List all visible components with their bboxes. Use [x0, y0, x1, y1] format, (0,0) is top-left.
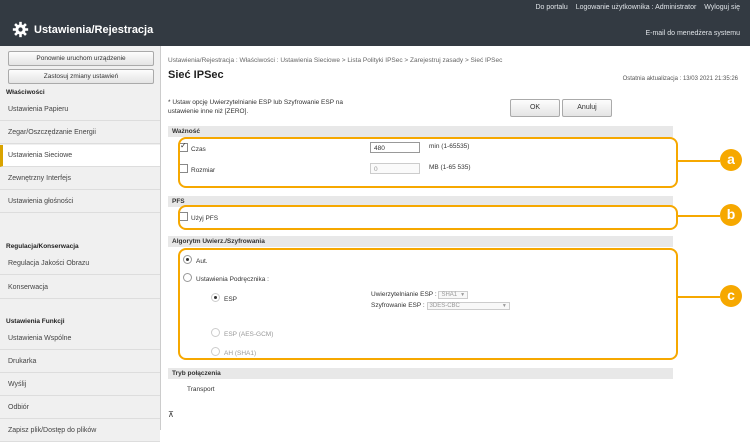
- page-title: Sieć IPSec: [168, 69, 224, 81]
- callout-frame-c: [178, 248, 678, 360]
- sidebar-item-store-access[interactable]: Zapisz plik/Dostęp do plików: [0, 420, 160, 442]
- header-links: Do portalu Logowanie użytkownika : Admin…: [529, 4, 740, 11]
- callout-leader-c: [676, 296, 720, 298]
- ok-button[interactable]: OK: [510, 99, 560, 117]
- sidebar-item-maintenance[interactable]: Konserwacja: [0, 277, 160, 299]
- sidebar-item-send[interactable]: Wyślij: [0, 374, 160, 396]
- main-content: Ustawienia/Rejestracja : Właściwości : U…: [161, 46, 750, 430]
- sidebar-item-interface[interactable]: Zewnętrzny Interfejs: [0, 168, 160, 190]
- sidebar-item-timer[interactable]: Zegar/Oszczędzanie Energii: [0, 122, 160, 144]
- sidebar-item-common[interactable]: Ustawienia Wspólne: [0, 328, 160, 350]
- section-validity-title: Ważność: [168, 126, 673, 137]
- app-title: Ustawienia/Rejestracja: [34, 24, 154, 36]
- top-header: Ustawienia/Rejestracja Do portalu Logowa…: [0, 0, 750, 46]
- sidebar-item-receive[interactable]: Odbiór: [0, 397, 160, 419]
- sidebar-item-volume[interactable]: Ustawienia głośności: [0, 191, 160, 213]
- section-algorithm-title: Algorytm Uwierz./Szyfrowania: [168, 236, 673, 247]
- sidebar: Ponownie uruchom urządzenie Zastosuj zmi…: [0, 46, 161, 442]
- mail-manager-link[interactable]: E-mail do menedżera systemu: [645, 30, 740, 37]
- login-user-info: Logowanie użytkownika : Administrator: [575, 4, 697, 11]
- cancel-button[interactable]: Anuluj: [562, 99, 612, 117]
- sidebar-section-properties: Właściwości: [6, 89, 45, 96]
- esp-note: * Ustaw opcję Uwierzytelnianie ESP lub S…: [168, 99, 343, 115]
- apply-changes-button[interactable]: Zastosuj zmiany ustawień: [8, 69, 154, 84]
- callout-badge-b: b: [720, 204, 742, 226]
- sidebar-item-image-quality[interactable]: Regulacja Jakości Obrazu: [0, 253, 160, 275]
- portal-link[interactable]: Do portalu: [535, 4, 567, 11]
- sidebar-item-paper[interactable]: Ustawienia Papieru: [0, 99, 160, 121]
- sidebar-section-functions: Ustawienia Funkcji: [6, 318, 65, 325]
- callout-frame-b: [178, 205, 678, 230]
- breadcrumb: Ustawienia/Rejestracja : Właściwości : U…: [168, 57, 503, 64]
- callout-frame-a: [178, 137, 678, 188]
- sidebar-item-printer[interactable]: Drukarka: [0, 351, 160, 373]
- last-update: Ostatnia aktualizacja : 13/03 2021 21:35…: [622, 76, 738, 82]
- section-connection-title: Tryb połączenia: [168, 368, 673, 379]
- scroll-top-icon[interactable]: ⊼: [168, 410, 174, 419]
- callout-leader-b: [676, 215, 720, 217]
- callout-badge-a: a: [720, 149, 742, 171]
- sidebar-item-network[interactable]: Ustawienia Sieciowe: [0, 145, 160, 167]
- gear-icon: [12, 21, 29, 38]
- sidebar-section-maintenance: Regulacja/Konserwacja: [6, 243, 79, 250]
- callout-badge-c: c: [720, 285, 742, 307]
- callout-leader-a: [676, 160, 720, 162]
- restart-device-button[interactable]: Ponownie uruchom urządzenie: [8, 51, 154, 66]
- connection-mode-value: Transport: [187, 386, 215, 393]
- logout-link[interactable]: Wyloguj się: [704, 4, 740, 11]
